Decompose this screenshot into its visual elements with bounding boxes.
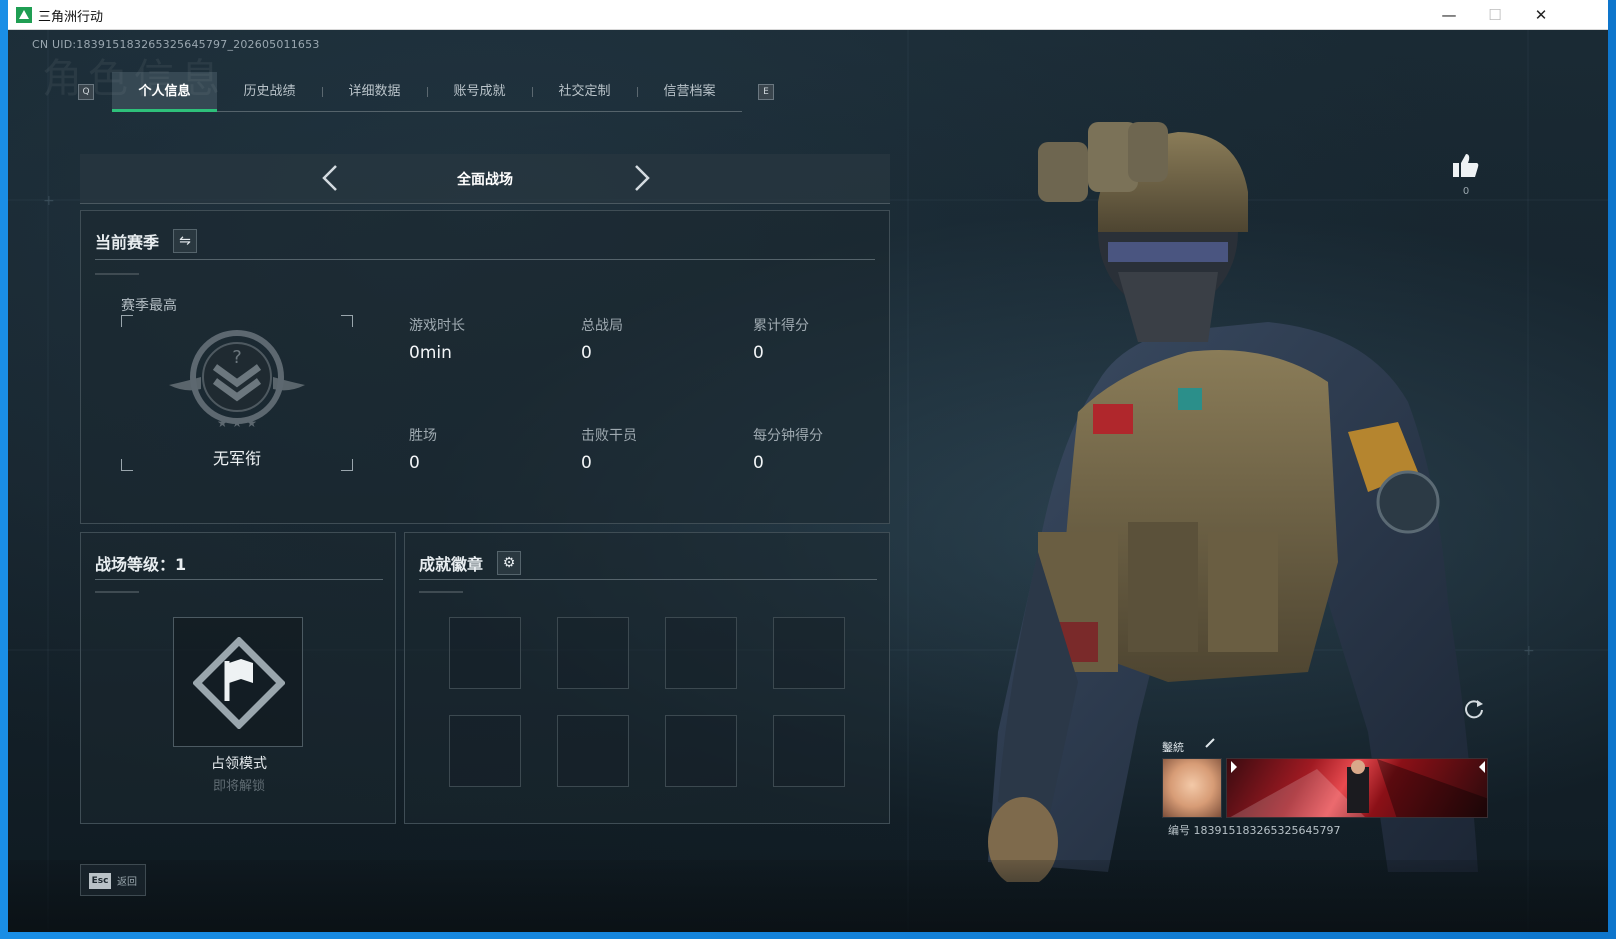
tab-camp-archive[interactable]: 信营档案 [637, 72, 742, 112]
decor-line [95, 591, 139, 593]
app-logo-icon [16, 7, 32, 23]
back-button[interactable]: Esc 返回 [80, 864, 146, 896]
badge-slot[interactable] [773, 715, 845, 787]
badge-slot[interactable] [557, 617, 629, 689]
season-title: 当前赛季 [95, 233, 160, 252]
frame-corner [341, 315, 353, 327]
title-bar: 三角洲行动 — ☐ ✕ [8, 0, 1608, 30]
badge-slot[interactable] [665, 617, 737, 689]
badge-slot[interactable] [449, 715, 521, 787]
stat-label-play-time: 游戏时长 [409, 318, 465, 334]
stat-value-score-per-minute: 0 [753, 453, 764, 473]
current-season-panel: 当前赛季 ⇋ 赛季最高 ? ★ ★ ★ 无军衔 游戏时长 0min 总战局 0 … [80, 210, 890, 524]
divider [419, 579, 877, 580]
divider [95, 579, 383, 580]
conquest-mode-tile[interactable] [173, 617, 303, 747]
game-window: 三角洲行动 — ☐ ✕ + + + 角色信息 CN UID:1839151832… [8, 0, 1608, 932]
banner-art [1230, 759, 1487, 817]
window-title: 三角洲行动 [38, 10, 104, 25]
tab-prev-key-hint[interactable]: Q [78, 84, 94, 100]
maximize-button[interactable]: ☐ [1472, 0, 1518, 30]
svg-text:★ ★ ★: ★ ★ ★ [217, 416, 257, 430]
achievement-badges-panel: 成就徽章 ⚙ [404, 532, 890, 824]
tab-strip: 个人信息 历史战绩 详细数据 账号成就 社交定制 信营档案 [112, 72, 742, 112]
player-uid: CN UID:183915183265325645797_20260501165… [32, 38, 320, 51]
chevron-right-icon [635, 165, 650, 191]
minimize-button[interactable]: — [1426, 0, 1472, 30]
stat-label-score-per-minute: 每分钟得分 [753, 428, 823, 444]
desktop-frame: 三角洲行动 — ☐ ✕ + + + 角色信息 CN UID:1839151832… [0, 0, 1616, 939]
stat-value-wins: 0 [409, 453, 420, 473]
badge-slot[interactable] [449, 617, 521, 689]
bottom-bar [8, 860, 1608, 932]
svg-text:+: + [43, 193, 55, 209]
tab-next-key-hint[interactable]: E [758, 84, 774, 100]
stat-value-play-time: 0min [409, 343, 452, 363]
rank-emblem-icon: ? ★ ★ ★ [169, 330, 305, 430]
tab-match-history[interactable]: 历史战绩 [217, 72, 322, 112]
gear-icon: ⚙ [502, 555, 516, 571]
badge-slot[interactable] [557, 715, 629, 787]
tab-personal-info[interactable]: 个人信息 [112, 72, 217, 112]
edit-name-button[interactable] [1204, 737, 1216, 752]
unlock-status: 即将解锁 [212, 779, 265, 794]
current-mode-name: 全面战场 [457, 172, 513, 188]
stat-label-wins: 胜场 [409, 428, 437, 444]
tab-detailed-data[interactable]: 详细数据 [322, 72, 427, 112]
rank-display: ? ★ ★ ★ 无军衔 [121, 315, 353, 471]
svg-text:+: + [1523, 643, 1535, 659]
season-switch-button[interactable]: ⇋ [173, 229, 197, 253]
stat-label-total-matches: 总战局 [581, 318, 623, 334]
back-label: 返回 [117, 877, 137, 888]
next-mode-button[interactable] [630, 160, 654, 203]
tab-social-customize[interactable]: 社交定制 [532, 72, 637, 112]
tab-bar: Q 个人信息 历史战绩 详细数据 账号成就 社交定制 信营档案 E [78, 72, 778, 112]
tab-account-achievements[interactable]: 账号成就 [427, 72, 532, 112]
svg-text:?: ? [232, 347, 242, 368]
battlefield-level-title: 战场等级：1 [95, 555, 187, 574]
divider [95, 259, 875, 260]
refresh-icon [1465, 700, 1483, 719]
flag-diamond-icon [193, 637, 285, 729]
profile-screen: + + + 角色信息 CN UID:183915183265325645797_… [8, 30, 1608, 932]
achievement-badges-title: 成就徽章 [419, 555, 484, 574]
like-button[interactable]: 0 [1446, 152, 1486, 197]
frame-corner [121, 315, 133, 327]
stat-value-total-matches: 0 [581, 343, 592, 363]
badge-slot[interactable] [773, 617, 845, 689]
thumbs-up-icon [1453, 154, 1479, 177]
close-button[interactable]: ✕ [1518, 0, 1564, 30]
stat-value-operators-defeated: 0 [581, 453, 592, 473]
swap-icon: ⇋ [179, 233, 191, 249]
card-id-number: 编号 183915183265325645797 [1168, 824, 1341, 837]
badge-settings-button[interactable]: ⚙ [497, 551, 521, 575]
refresh-button[interactable] [1462, 698, 1486, 722]
decor-line [419, 591, 463, 593]
stat-label-total-score: 累计得分 [753, 318, 809, 334]
stat-label-operators-defeated: 击败干员 [581, 428, 637, 444]
season-best-label: 赛季最高 [121, 298, 177, 314]
like-count: 0 [1462, 186, 1470, 197]
mode-selector: 全面战场 [80, 154, 890, 204]
card-nickname: 鑿統 [1162, 741, 1184, 754]
rank-name: 无军衔 [212, 449, 261, 468]
pencil-icon [1205, 738, 1215, 748]
battlefield-level-panel: 战场等级：1 占领模式 即将解锁 [80, 532, 396, 824]
esc-key-hint: Esc [89, 873, 111, 889]
stat-value-total-score: 0 [753, 343, 764, 363]
badge-slot[interactable] [665, 715, 737, 787]
avatar[interactable] [1162, 758, 1222, 818]
name-card-banner[interactable] [1226, 758, 1488, 818]
conquest-mode-name: 占领模式 [211, 756, 267, 772]
decor-line [95, 273, 139, 275]
